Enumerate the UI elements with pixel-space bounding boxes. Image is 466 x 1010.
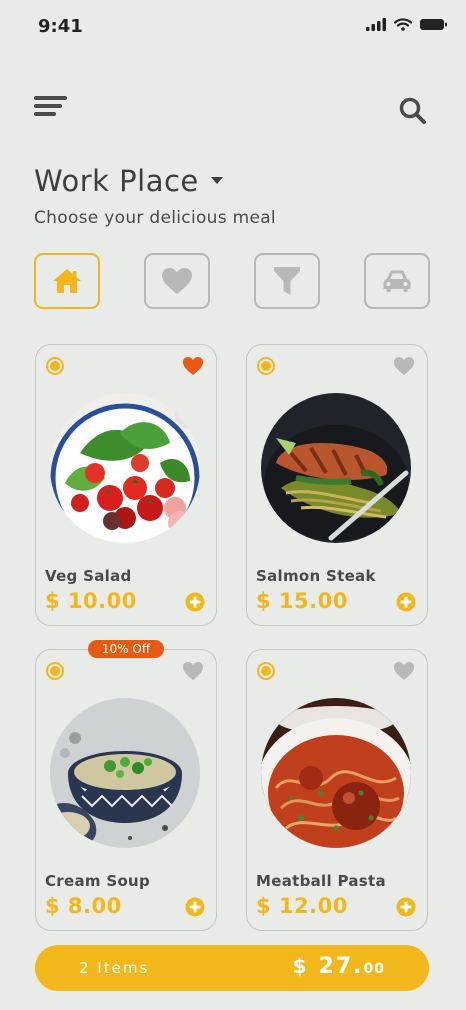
food-card-salmon-steak[interactable]: Salmon Steak $ 15.00 [246, 344, 428, 626]
veg-indicator-icon [46, 662, 64, 680]
category-delivery[interactable] [364, 253, 430, 309]
cart-total-amount: 27. [318, 954, 364, 979]
heart-icon[interactable] [393, 660, 415, 682]
cart-checkout-bar[interactable]: 2 Items $27.00 [35, 945, 429, 991]
add-icon[interactable] [396, 592, 416, 612]
item-name: Meatball Pasta [256, 872, 386, 890]
wifi-icon [394, 18, 412, 31]
battery-icon [420, 19, 447, 30]
signal-icon [366, 18, 386, 31]
item-price: $ 10.00 [45, 589, 137, 613]
search-icon[interactable] [398, 96, 428, 126]
caret-down-icon [210, 177, 223, 184]
cart-total-cents: 00 [363, 961, 385, 977]
discount-badge: 10% Off [88, 640, 164, 658]
heart-icon[interactable] [393, 355, 415, 377]
page-title: Work Place [34, 164, 199, 198]
item-price: $ 8.00 [45, 894, 122, 918]
home-icon [53, 269, 81, 293]
food-card-cream-soup[interactable]: Cream Soup $ 8.00 [35, 649, 217, 931]
status-time: 9:41 [38, 16, 83, 37]
salmon-steak-image [261, 393, 411, 543]
food-card-veg-salad[interactable]: Veg Salad $ 10.00 [35, 344, 217, 626]
item-name: Salmon Steak [256, 567, 376, 585]
cart-currency: $ [292, 954, 309, 978]
heart-icon[interactable] [182, 660, 204, 682]
cart-item-count: 2 Items [79, 959, 150, 977]
category-home[interactable] [34, 253, 100, 309]
category-favorites[interactable] [144, 253, 210, 309]
item-name: Veg Salad [45, 567, 132, 585]
page-subtitle: Choose your delicious meal [34, 208, 276, 228]
item-name: Cream Soup [45, 872, 151, 890]
menu-button[interactable] [34, 96, 68, 118]
food-card-meatball-pasta[interactable]: Meatball Pasta $ 12.00 [246, 649, 428, 931]
category-bar [34, 253, 430, 309]
car-icon [383, 270, 411, 292]
cream-soup-image [50, 698, 200, 848]
item-price: $ 15.00 [256, 589, 348, 613]
filter-icon [274, 267, 300, 295]
veg-indicator-icon [257, 357, 275, 375]
cart-total: $27.00 [293, 954, 385, 979]
veg-salad-image [50, 393, 200, 543]
veg-indicator-icon [257, 662, 275, 680]
veg-indicator-icon [46, 357, 64, 375]
meatball-pasta-image [261, 698, 411, 848]
location-selector[interactable]: Work Place [34, 164, 223, 198]
category-filter[interactable] [254, 253, 320, 309]
add-icon[interactable] [185, 897, 205, 917]
item-price: $ 12.00 [256, 894, 348, 918]
add-icon[interactable] [396, 897, 416, 917]
add-icon[interactable] [185, 592, 205, 612]
status-icons [366, 18, 448, 31]
status-bar: 9:41 [0, 0, 466, 54]
heart-icon [162, 268, 192, 294]
heart-filled-icon[interactable] [182, 355, 204, 377]
